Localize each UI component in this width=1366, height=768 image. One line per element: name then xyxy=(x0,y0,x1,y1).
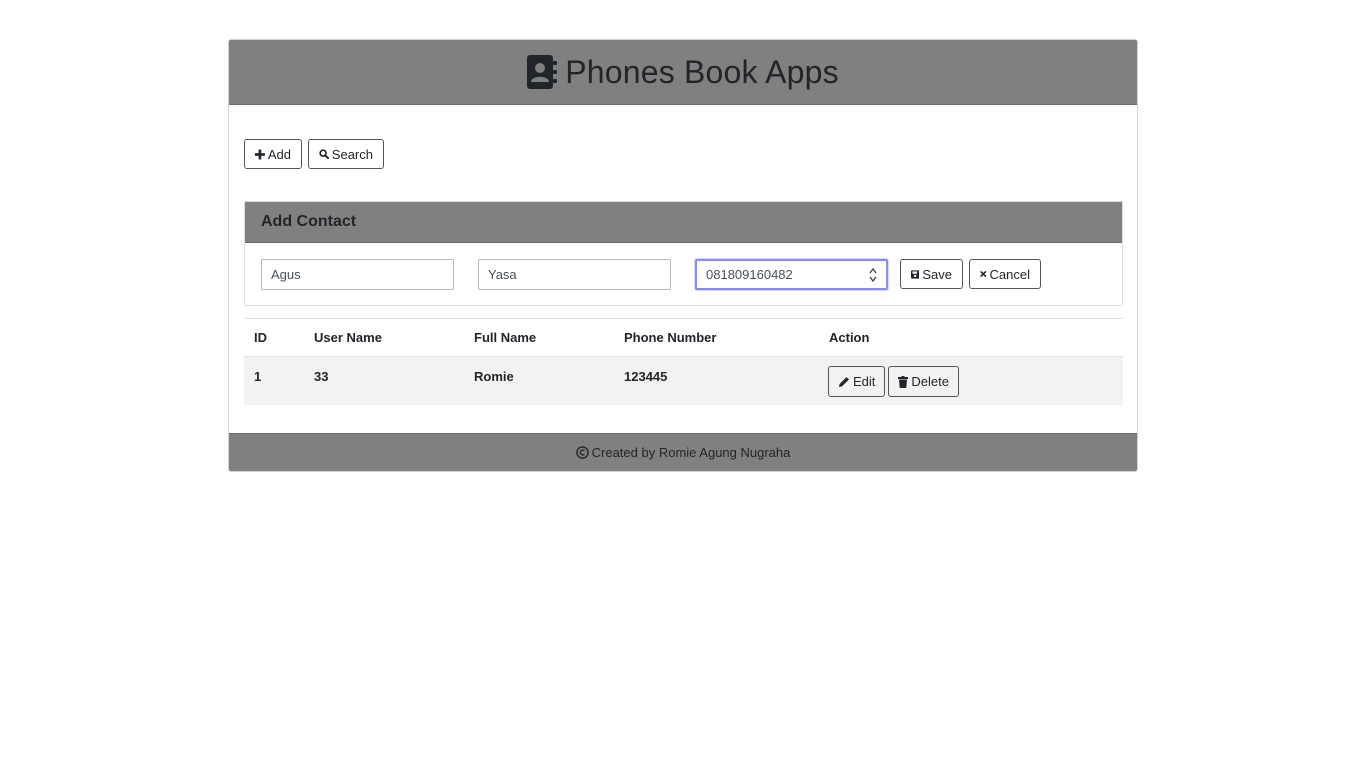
add-contact-title: Add Contact xyxy=(245,202,1122,243)
copyright-icon xyxy=(575,446,589,459)
cell-id: 1 xyxy=(254,369,262,384)
column-header-id: ID xyxy=(254,330,267,345)
number-spinner-icon[interactable] xyxy=(868,266,878,284)
phone-number-field[interactable]: 081809160482 xyxy=(695,259,888,290)
contacts-table: ID User Name Full Name Phone Number Acti… xyxy=(244,318,1123,405)
table-row: 1 33 Romie 123445 Edit Delete xyxy=(244,356,1123,405)
app-header: Phones Book Apps xyxy=(229,40,1137,105)
column-header-user-name: User Name xyxy=(314,330,382,345)
delete-button[interactable]: Delete xyxy=(888,366,959,397)
save-button-label: Save xyxy=(922,266,952,282)
phone-number-value: 081809160482 xyxy=(706,267,793,282)
cell-full-name: Romie xyxy=(474,369,514,384)
cancel-button-label: Cancel xyxy=(989,266,1030,282)
column-header-phone-number: Phone Number xyxy=(624,330,717,345)
address-book-icon xyxy=(527,55,558,89)
column-header-full-name: Full Name xyxy=(474,330,537,345)
cell-phone-number: 123445 xyxy=(624,369,668,384)
edit-button-label: Edit xyxy=(853,374,876,389)
floppy-disk-icon xyxy=(911,269,920,279)
search-button[interactable]: Search xyxy=(308,139,384,169)
first-name-field[interactable]: Agus xyxy=(261,259,454,290)
save-button[interactable]: Save xyxy=(900,259,963,289)
add-button[interactable]: Add xyxy=(244,139,302,169)
app-title: Phones Book Apps xyxy=(527,54,839,91)
search-button-label: Search xyxy=(331,146,373,162)
app-title-text: Phones Book Apps xyxy=(565,53,839,90)
close-icon xyxy=(980,270,987,278)
trash-icon xyxy=(898,375,909,388)
column-header-action: Action xyxy=(829,330,870,345)
pencil-icon xyxy=(839,376,849,387)
app-footer: Created by Romie Agung Nugraha xyxy=(229,433,1137,471)
add-button-label: Add xyxy=(267,146,291,162)
table-header-row: ID User Name Full Name Phone Number Acti… xyxy=(244,318,1123,357)
cancel-button[interactable]: Cancel xyxy=(969,259,1041,289)
footer-credit: Created by Romie Agung Nugraha xyxy=(591,445,791,460)
phonebook-card: Phones Book Apps Add Search Add Contact … xyxy=(228,39,1138,472)
delete-button-label: Delete xyxy=(911,374,949,389)
search-icon xyxy=(319,149,329,160)
edit-button[interactable]: Edit xyxy=(828,366,886,397)
cell-user-name: 33 xyxy=(314,369,329,384)
card-body: Add Search Add Contact Agus Yasa 0818091… xyxy=(229,105,1137,434)
last-name-field[interactable]: Yasa xyxy=(478,259,671,290)
plus-icon xyxy=(255,149,265,159)
add-contact-panel: Add Contact Agus Yasa 081809160482 Save xyxy=(244,201,1123,306)
cell-actions: Edit Delete xyxy=(819,357,1123,405)
